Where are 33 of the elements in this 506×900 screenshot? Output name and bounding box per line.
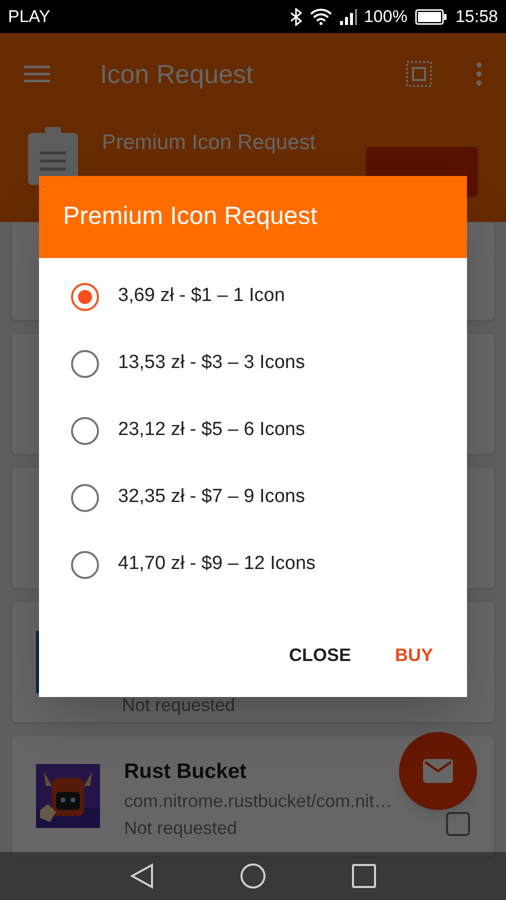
envelope-icon [423, 759, 453, 783]
radio-button[interactable] [71, 550, 99, 578]
close-button[interactable]: CLOSE [270, 634, 369, 677]
radio-button[interactable] [71, 484, 99, 512]
clock: 15:58 [455, 6, 498, 28]
option-label: 13,53 zł - $3 – 3 Icons [118, 351, 305, 376]
header-title: Premium Icon Request [102, 130, 316, 156]
price-option[interactable]: 41,70 zł - $9 – 12 Icons [39, 531, 467, 598]
buy-button[interactable]: BUY [376, 634, 451, 677]
home-icon[interactable] [240, 863, 266, 889]
wifi-icon [310, 8, 332, 25]
battery-icon [415, 8, 448, 24]
option-label: 3,69 zł - $1 – 1 Icon [118, 284, 285, 308]
option-label: 41,70 zł - $9 – 12 Icons [118, 552, 316, 576]
app-name: Rust Bucket [124, 759, 248, 785]
option-label: 23,12 zł - $5 – 6 Icons [118, 418, 305, 442]
signal-icon [340, 8, 360, 24]
carrier-name: PLAY [8, 6, 50, 28]
radio-button[interactable] [71, 282, 99, 310]
price-option[interactable]: 23,12 zł - $5 – 6 Icons [39, 397, 467, 464]
price-option[interactable]: 13,53 zł - $3 – 3 Icons [39, 330, 467, 397]
toolbar-title: Icon Request [100, 58, 254, 90]
radio-button[interactable] [71, 416, 99, 444]
dialog-title: Premium Icon Request [63, 201, 318, 232]
radio-button[interactable] [71, 350, 99, 378]
back-icon[interactable] [130, 863, 154, 889]
recents-icon[interactable] [352, 864, 376, 888]
option-label: 32,35 zł - $7 – 9 Icons [118, 485, 305, 510]
battery-level: 100% [364, 6, 408, 28]
request-checkbox[interactable] [446, 812, 470, 836]
bluetooth-icon [290, 8, 302, 26]
price-option[interactable]: 32,35 zł - $7 – 9 Icons [39, 464, 467, 531]
price-option[interactable]: 3,69 zł - $1 – 1 Icon [39, 263, 467, 330]
